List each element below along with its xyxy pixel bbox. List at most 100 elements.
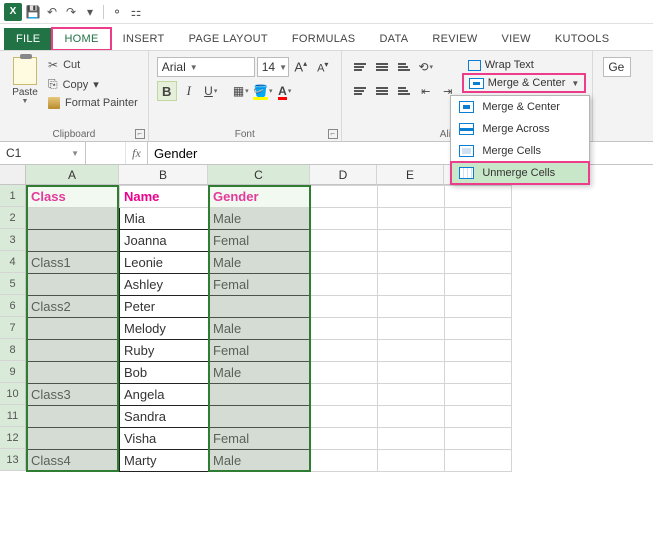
cell[interactable]: Male: [209, 318, 311, 340]
cell[interactable]: [311, 362, 378, 384]
tab-home[interactable]: HOME: [52, 28, 110, 50]
underline-button[interactable]: U▾: [201, 81, 221, 101]
dialog-launcher-icon[interactable]: ⌐: [135, 129, 145, 139]
cell[interactable]: [445, 428, 512, 450]
cell[interactable]: Angela: [120, 384, 209, 406]
cell[interactable]: Male: [209, 362, 311, 384]
cell[interactable]: [378, 406, 445, 428]
cell[interactable]: Class4: [27, 450, 120, 472]
tab-data[interactable]: DATA: [367, 28, 420, 50]
col-header-B[interactable]: B: [119, 165, 208, 185]
cell[interactable]: [311, 406, 378, 428]
cell[interactable]: [311, 252, 378, 274]
align-left-button[interactable]: [350, 81, 370, 101]
cell[interactable]: Joanna: [120, 230, 209, 252]
cell[interactable]: Ashley: [120, 274, 209, 296]
cell[interactable]: [378, 362, 445, 384]
cell[interactable]: [445, 296, 512, 318]
cell[interactable]: [378, 318, 445, 340]
cell[interactable]: [378, 186, 445, 208]
cell[interactable]: Femal: [209, 428, 311, 450]
cell[interactable]: [311, 340, 378, 362]
tab-file[interactable]: FILE: [4, 28, 52, 50]
cell[interactable]: Mia: [120, 208, 209, 230]
undo-button[interactable]: ↶: [44, 4, 60, 20]
cell[interactable]: [378, 450, 445, 472]
cell[interactable]: [27, 406, 120, 428]
cell[interactable]: Melody: [120, 318, 209, 340]
cell[interactable]: [445, 406, 512, 428]
cell[interactable]: Class: [27, 186, 120, 208]
cut-button[interactable]: Cut: [46, 57, 140, 73]
increase-font-button[interactable]: A▴: [291, 57, 311, 77]
col-header-D[interactable]: D: [310, 165, 377, 185]
merge-across-item[interactable]: Merge Across: [451, 118, 589, 140]
paste-button[interactable]: Paste ▼: [6, 53, 44, 127]
cell[interactable]: [445, 208, 512, 230]
fill-color-button[interactable]: 🪣▾: [253, 81, 273, 101]
row-header[interactable]: 7: [0, 317, 26, 339]
row-header[interactable]: 10: [0, 383, 26, 405]
borders-button[interactable]: ▦▾: [231, 81, 251, 101]
cell[interactable]: Class1: [27, 252, 120, 274]
cell[interactable]: [378, 340, 445, 362]
font-color-button[interactable]: A▾: [275, 81, 295, 101]
cell[interactable]: [311, 450, 378, 472]
cell[interactable]: Male: [209, 208, 311, 230]
dialog-launcher-icon[interactable]: ⌐: [328, 129, 338, 139]
cell[interactable]: [378, 274, 445, 296]
tab-formulas[interactable]: FORMULAS: [280, 28, 368, 50]
tab-page-layout[interactable]: PAGE LAYOUT: [177, 28, 280, 50]
bold-button[interactable]: B: [157, 81, 177, 101]
qat-extra2-button[interactable]: ⚏: [128, 4, 144, 20]
cell[interactable]: Sandra: [120, 406, 209, 428]
cell[interactable]: [445, 318, 512, 340]
cell[interactable]: [311, 428, 378, 450]
align-bottom-button[interactable]: [394, 57, 414, 77]
cell[interactable]: [209, 406, 311, 428]
merge-cells-item[interactable]: Merge Cells: [451, 140, 589, 162]
font-name-combo[interactable]: Arial▼: [157, 57, 255, 77]
align-center-button[interactable]: [372, 81, 392, 101]
font-size-combo[interactable]: 14▼: [257, 57, 289, 77]
cell[interactable]: Class3: [27, 384, 120, 406]
decrease-font-button[interactable]: A▾: [313, 57, 333, 77]
cell[interactable]: [27, 274, 120, 296]
cell[interactable]: Ruby: [120, 340, 209, 362]
row-header[interactable]: 9: [0, 361, 26, 383]
tab-view[interactable]: VIEW: [490, 28, 543, 50]
cell[interactable]: Male: [209, 450, 311, 472]
cell[interactable]: Marty: [120, 450, 209, 472]
cell[interactable]: [445, 186, 512, 208]
align-right-button[interactable]: [394, 81, 414, 101]
copy-button[interactable]: Copy▾: [46, 76, 140, 93]
tab-review[interactable]: REVIEW: [420, 28, 489, 50]
row-header[interactable]: 6: [0, 295, 26, 317]
decrease-indent-button[interactable]: ⇤: [416, 81, 436, 101]
fx-button[interactable]: fx: [126, 142, 148, 164]
cell[interactable]: [311, 318, 378, 340]
cell[interactable]: [27, 230, 120, 252]
cell[interactable]: Male: [209, 252, 311, 274]
row-header[interactable]: 8: [0, 339, 26, 361]
cell[interactable]: [445, 230, 512, 252]
cell[interactable]: [311, 230, 378, 252]
cell[interactable]: Peter: [120, 296, 209, 318]
qat-extra-button[interactable]: ⚬: [109, 4, 125, 20]
cell[interactable]: [445, 340, 512, 362]
col-header-C[interactable]: C: [208, 165, 310, 185]
merge-center-item[interactable]: Merge & Center: [451, 96, 589, 118]
cell[interactable]: [27, 340, 120, 362]
row-header[interactable]: 2: [0, 207, 26, 229]
cell[interactable]: [445, 450, 512, 472]
cell[interactable]: Class2: [27, 296, 120, 318]
cell[interactable]: Femal: [209, 230, 311, 252]
cell[interactable]: Leonie: [120, 252, 209, 274]
cell[interactable]: [27, 362, 120, 384]
cell[interactable]: [27, 208, 120, 230]
cell[interactable]: [311, 384, 378, 406]
cell[interactable]: Name: [120, 186, 209, 208]
cell[interactable]: [378, 296, 445, 318]
cell[interactable]: [445, 274, 512, 296]
tab-insert[interactable]: INSERT: [111, 28, 177, 50]
